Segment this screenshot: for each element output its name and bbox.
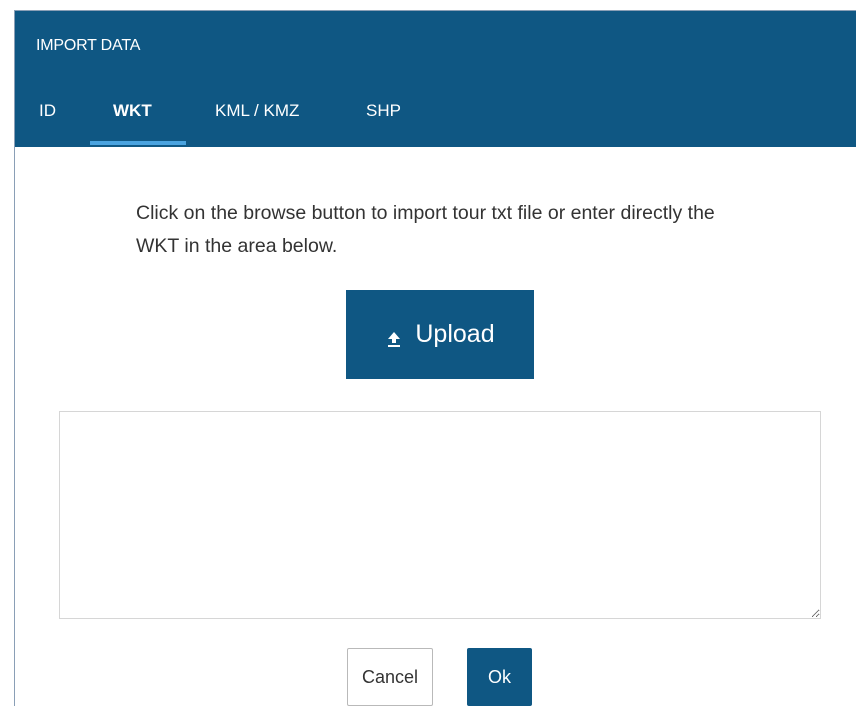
upload-icon — [385, 326, 403, 347]
dialog-header: IMPORT DATA ID WKT KML / KMZ SHP — [15, 11, 856, 147]
instructions-text: Click on the browse button to import tou… — [136, 202, 715, 257]
active-tab-indicator — [90, 141, 186, 145]
import-data-dialog: IMPORT DATA ID WKT KML / KMZ SHP Click o… — [14, 10, 856, 706]
tab-bar: ID WKT KML / KMZ SHP — [15, 96, 856, 147]
tab-id[interactable]: ID — [39, 96, 56, 147]
upload-button-label: Upload — [415, 320, 495, 348]
ok-button[interactable]: Ok — [467, 648, 532, 706]
dialog-title: IMPORT DATA — [36, 37, 141, 54]
wkt-textarea[interactable] — [59, 411, 821, 619]
tab-shp[interactable]: SHP — [366, 96, 401, 147]
cancel-button[interactable]: Cancel — [347, 648, 433, 706]
upload-button[interactable]: Upload — [346, 290, 534, 379]
tab-kml-kmz[interactable]: KML / KMZ — [215, 96, 299, 147]
tab-wkt[interactable]: WKT — [113, 96, 152, 147]
